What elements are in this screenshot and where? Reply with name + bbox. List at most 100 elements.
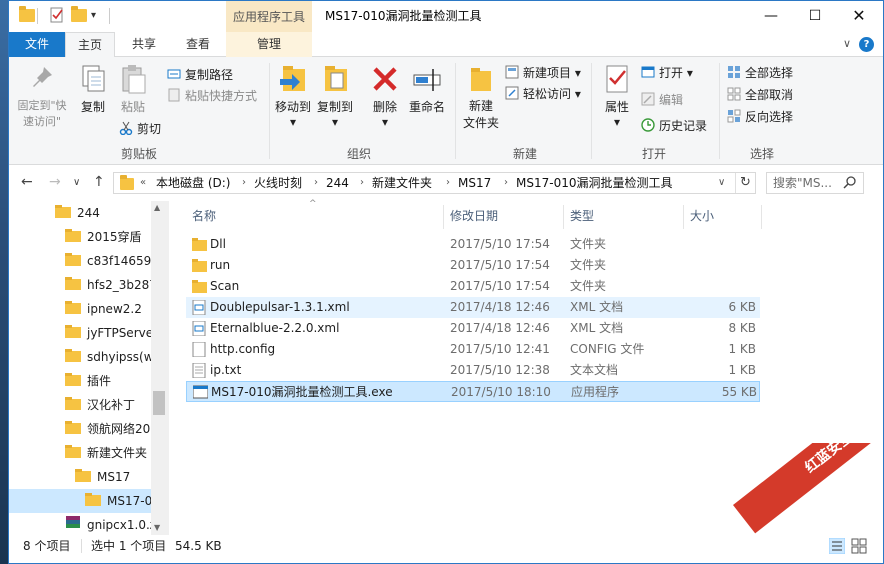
overflow-chevron-icon[interactable]: « <box>140 173 146 193</box>
search-box[interactable]: 搜索"MS... <box>766 172 864 194</box>
history-button[interactable]: 历史记录 <box>641 116 707 136</box>
tree-item[interactable]: 领航网络201 <box>65 417 158 441</box>
help-icon[interactable]: ? <box>859 37 874 52</box>
column-header-size[interactable]: 大小 <box>684 205 760 227</box>
new-folder-button[interactable]: 新建 文件夹 <box>459 63 503 132</box>
file-icon <box>192 341 206 358</box>
paste-shortcut-button[interactable]: 粘贴快捷方式 <box>167 86 257 106</box>
scrollbar-thumb[interactable] <box>153 391 165 415</box>
select-all-button[interactable]: 全部选择 <box>727 63 793 83</box>
delete-button[interactable]: 删除 ▾ <box>369 63 401 129</box>
breadcrumb-folder[interactable]: MS17 <box>458 173 491 193</box>
tree-item[interactable]: 插件 <box>65 369 151 393</box>
tree-item[interactable]: ipnew2.2 <box>65 297 151 321</box>
new-folder-quick-icon[interactable] <box>71 6 87 23</box>
breadcrumb-current[interactable]: MS17-010漏洞批量检测工具 <box>516 173 672 193</box>
tree-item[interactable]: gnipcx1.0.z <box>65 513 156 535</box>
file-row[interactable]: Eternalblue-2.2.0.xml 2017/4/18 12:46 XML … <box>186 318 760 339</box>
properties-button[interactable]: 属性 ▾ <box>597 63 637 129</box>
address-bar[interactable]: « 本地磁盘 (D:) › 火线时刻 › 244 › 新建文件夹 › MS17 … <box>113 172 756 194</box>
tree-item[interactable]: 汉化补丁 <box>65 393 151 417</box>
close-button[interactable]: ✕ <box>837 1 881 32</box>
delete-icon <box>369 63 401 95</box>
item-count: 8 个项目 <box>23 539 71 553</box>
select-none-button[interactable]: 全部取消 <box>727 85 793 105</box>
breadcrumb-folder[interactable]: 244 <box>326 173 349 193</box>
file-row[interactable]: http.config 2017/5/10 12:41 CONFIG 文件 1 KB <box>186 339 760 360</box>
breadcrumb-separator-icon[interactable]: › <box>504 173 508 193</box>
tree-item[interactable]: sdhyipss(w <box>65 345 154 369</box>
cut-button[interactable]: 剪切 <box>119 119 161 139</box>
tree-item[interactable]: 244 <box>55 201 151 225</box>
recent-locations-icon[interactable]: ∨ <box>73 177 80 188</box>
scroll-up-icon[interactable]: ▲ <box>154 203 160 212</box>
window-title: MS17-010漏洞批量检测工具 <box>325 9 482 23</box>
easy-access-button[interactable]: 轻松访问 ▾ <box>505 84 581 104</box>
address-dropdown-icon[interactable]: ∨ <box>718 173 725 193</box>
pin-icon <box>26 63 58 95</box>
open-button[interactable]: 打开 ▾ <box>641 63 693 83</box>
folder-icon <box>65 442 81 466</box>
tree-item[interactable]: MS17 <box>75 465 151 489</box>
tree-item[interactable]: c83f146590 <box>65 249 159 273</box>
breadcrumb-drive[interactable]: 本地磁盘 (D:) <box>156 173 230 193</box>
folder-icon <box>75 466 91 490</box>
file-row[interactable]: run 2017/5/10 17:54 文件夹 <box>186 255 760 276</box>
file-date: 2017/5/10 17:54 <box>450 279 550 293</box>
file-row[interactable]: Scan 2017/5/10 17:54 文件夹 <box>186 276 760 297</box>
edit-button[interactable]: 编辑 <box>641 90 683 110</box>
tab-file[interactable]: 文件 <box>9 32 65 57</box>
column-header-name[interactable]: 名称 <box>186 205 442 227</box>
file-row[interactable]: Doublepulsar-1.3.1.xml 2017/4/18 12:46 XML… <box>186 297 760 318</box>
tab-share[interactable]: 共享 <box>119 32 169 57</box>
invert-selection-icon <box>727 109 741 123</box>
column-header-type[interactable]: 类型 <box>564 205 682 227</box>
copy-to-button[interactable]: 复制到 ▾ <box>315 63 355 129</box>
move-to-button[interactable]: 移动到 ▾ <box>273 63 313 129</box>
customize-toolbar-icon[interactable]: ▾ <box>91 7 107 23</box>
tree-item-label: 汉化补丁 <box>87 398 136 412</box>
rename-button[interactable]: 重命名 <box>407 63 447 115</box>
navigation-scrollbar[interactable]: ▲ ▼ <box>151 201 167 535</box>
breadcrumb-separator-icon[interactable]: › <box>446 173 450 193</box>
organize-group-label: 组织 <box>346 147 371 161</box>
tab-home[interactable]: 主页 <box>65 32 115 58</box>
copy-path-button[interactable]: 复制路径 <box>167 65 233 85</box>
tree-item[interactable]: jyFTPServer <box>65 321 158 345</box>
tree-item[interactable]: MS17-01( <box>9 489 165 513</box>
copy-button[interactable]: 复制 <box>75 63 111 115</box>
file-row[interactable]: Dll 2017/5/10 17:54 文件夹 <box>186 234 760 255</box>
new-item-button[interactable]: 新建项目 ▾ <box>505 63 581 83</box>
scroll-down-icon[interactable]: ▼ <box>154 523 160 532</box>
invert-selection-button[interactable]: 反向选择 <box>727 107 793 127</box>
breadcrumb-separator-icon[interactable]: › <box>242 173 246 193</box>
breadcrumb-separator-icon[interactable]: › <box>314 173 318 193</box>
tab-manage[interactable]: 管理 <box>226 32 312 57</box>
chevron-down-icon[interactable]: ∨ <box>843 37 851 50</box>
tree-item[interactable]: 新建文件夹 <box>65 441 151 465</box>
tree-item[interactable]: hfs2_3b287 <box>65 273 157 297</box>
up-arrow-icon[interactable]: ↑ <box>93 174 105 190</box>
breadcrumb-separator-icon[interactable]: › <box>360 173 364 193</box>
maximize-button[interactable]: ☐ <box>793 1 837 32</box>
refresh-icon[interactable]: ↻ <box>740 173 751 193</box>
search-icon[interactable] <box>843 175 857 192</box>
watermark-logo: 红蓝安全网 <box>733 443 883 563</box>
properties-quick-icon[interactable] <box>49 7 65 23</box>
tab-view[interactable]: 查看 <box>173 32 223 57</box>
search-input[interactable]: 搜索"MS... <box>773 173 832 193</box>
column-header-date[interactable]: 修改日期 <box>444 205 562 227</box>
tree-item[interactable]: 2015穿盾 <box>65 225 151 249</box>
minimize-button[interactable]: — <box>749 1 793 32</box>
rename-label: 重命名 <box>408 100 445 114</box>
file-row[interactable]: MS17-010漏洞批量检测工具.exe 2017/5/10 18:10 应用程序 5… <box>186 381 760 402</box>
pin-quick-access-button[interactable]: 固定到"快速访问" <box>13 63 71 130</box>
paste-button[interactable]: 粘贴 <box>115 63 151 115</box>
paste-shortcut-label: 粘贴快捷方式 <box>185 89 258 103</box>
back-arrow-icon[interactable]: ← <box>21 174 33 190</box>
breadcrumb-folder[interactable]: 火线时刻 <box>254 173 302 193</box>
breadcrumb-folder[interactable]: 新建文件夹 <box>372 173 432 193</box>
file-row[interactable]: ip.txt 2017/5/10 12:38 文本文档 1 KB <box>186 360 760 381</box>
selected-count: 选中 1 个项目 <box>91 539 167 553</box>
forward-arrow-icon[interactable]: → <box>49 174 61 190</box>
